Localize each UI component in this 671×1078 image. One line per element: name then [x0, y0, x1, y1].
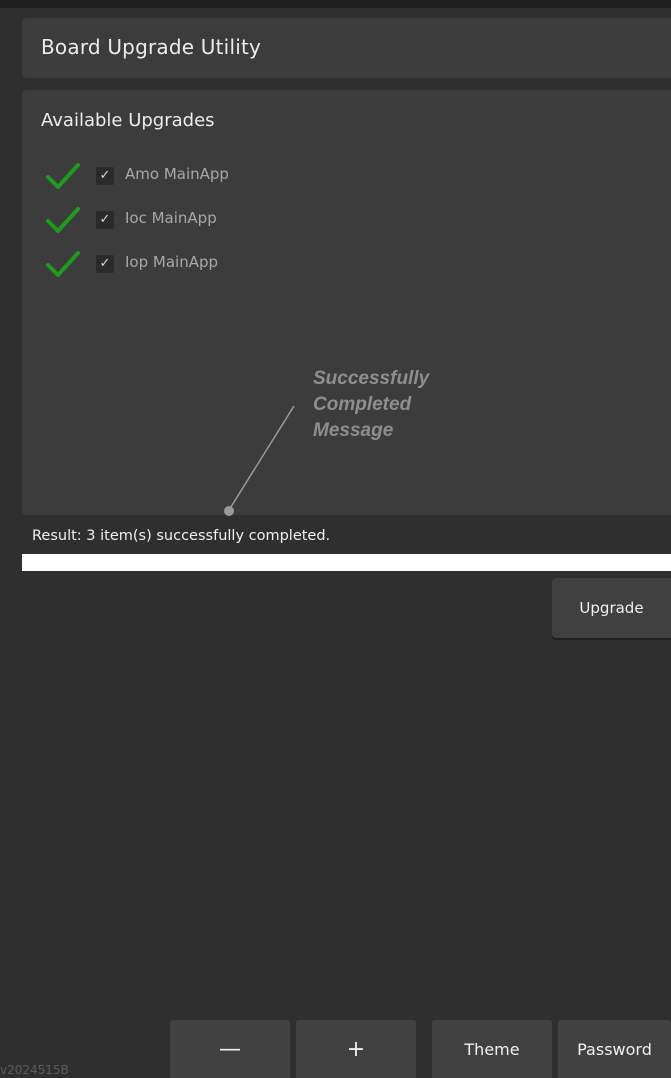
- panel-title: Available Upgrades: [41, 110, 215, 131]
- checkbox-amo[interactable]: ✓: [96, 167, 114, 185]
- password-button[interactable]: Password: [558, 1020, 671, 1078]
- upgrade-item-iop[interactable]: ✓ Iop MainApp: [46, 249, 446, 279]
- top-strip: [0, 0, 671, 8]
- upgrade-button[interactable]: Upgrade: [552, 578, 671, 638]
- result-message: Result: 3 item(s) successfully completed…: [32, 528, 331, 544]
- available-upgrades-panel: Available Upgrades ✓ Amo MainApp ✓ Ioc M…: [22, 90, 671, 515]
- checkbox-iop[interactable]: ✓: [96, 255, 114, 273]
- decrease-button[interactable]: —: [170, 1020, 290, 1078]
- progress-bar: [22, 554, 671, 571]
- annotation-callout: Successfully Completed Message: [313, 366, 429, 444]
- upgrade-label-iop: Iop MainApp: [125, 253, 219, 271]
- version-label: v2024515B: [0, 1063, 69, 1077]
- upgrade-item-ioc[interactable]: ✓ Ioc MainApp: [46, 205, 446, 235]
- annotation-line-3: Message: [313, 420, 394, 441]
- success-check-icon: [46, 207, 80, 233]
- annotation-line-2: Completed: [313, 394, 412, 415]
- checkbox-ioc[interactable]: ✓: [96, 211, 114, 229]
- increase-button[interactable]: +: [296, 1020, 416, 1078]
- progress-fill: [22, 554, 671, 571]
- upgrade-item-amo[interactable]: ✓ Amo MainApp: [46, 161, 446, 191]
- title-bar: Board Upgrade Utility: [22, 18, 671, 78]
- annotation-line-1: Successfully: [313, 368, 430, 389]
- upgrade-label-amo: Amo MainApp: [125, 165, 229, 183]
- upgrade-label-ioc: Ioc MainApp: [125, 209, 217, 227]
- success-check-icon: [46, 251, 80, 277]
- app-window: Board Upgrade Utility Available Upgrades…: [0, 0, 671, 1078]
- success-check-icon: [46, 163, 80, 189]
- app-title: Board Upgrade Utility: [41, 35, 262, 59]
- theme-button[interactable]: Theme: [432, 1020, 552, 1078]
